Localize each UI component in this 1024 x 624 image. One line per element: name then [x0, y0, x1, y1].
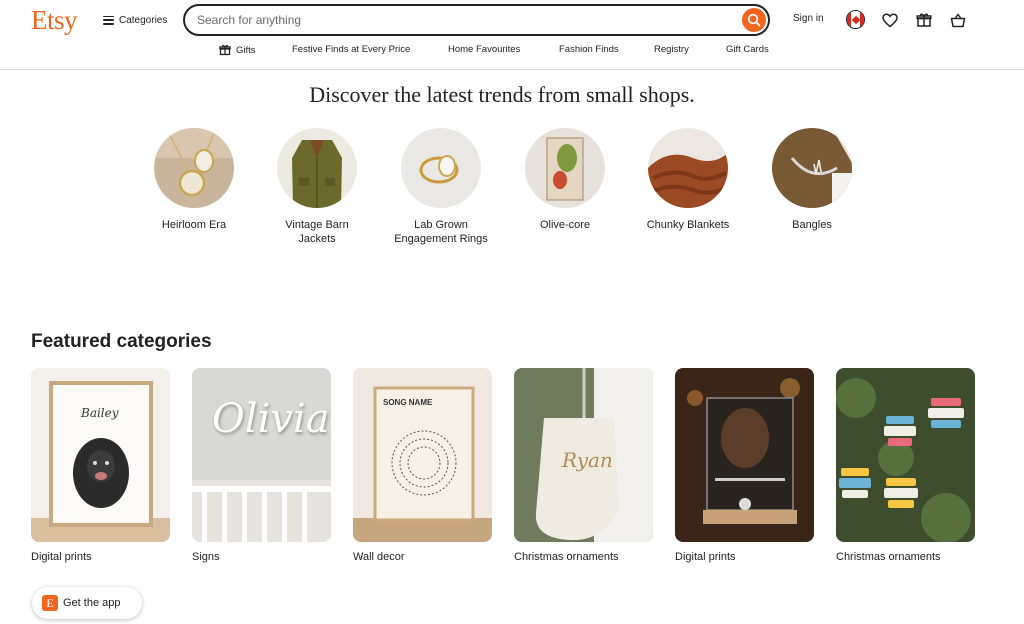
card-image-text: SONG NAME — [383, 398, 433, 407]
featured-card-digital-prints-2[interactable]: Digital prints — [675, 368, 814, 563]
search-bar — [183, 4, 770, 36]
site-header: Etsy Categories Sign in — [0, 0, 1024, 70]
card-image-text: Olivia — [212, 396, 330, 442]
nav-registry[interactable]: Registry — [654, 44, 689, 55]
sign-in-link[interactable]: Sign in — [793, 13, 824, 24]
gifts-button[interactable] — [914, 10, 934, 30]
trend-vintage-barn-jackets[interactable]: Vintage Barn Jackets — [267, 128, 367, 246]
app-button-label: Get the app — [63, 597, 121, 609]
trend-image — [525, 128, 605, 208]
basket-icon — [950, 12, 966, 27]
categories-button[interactable]: Categories — [103, 11, 167, 29]
menu-icon — [103, 15, 114, 25]
trend-label: Heirloom Era — [161, 219, 227, 231]
trend-label: Olive-core — [539, 219, 591, 231]
featured-card-signs[interactable]: Olivia Signs — [192, 368, 331, 563]
nav-gift-cards[interactable]: Gift Cards — [726, 44, 769, 55]
card-image — [836, 368, 975, 542]
trend-image — [648, 128, 728, 208]
featured-card-christmas-ornaments-2[interactable]: Christmas ornaments — [836, 368, 975, 563]
categories-label: Categories — [119, 14, 168, 26]
trend-chunky-blankets[interactable]: Chunky Blankets — [638, 128, 738, 232]
gift-icon — [916, 13, 932, 27]
card-label: Digital prints — [31, 551, 92, 563]
card-label: Christmas ornaments — [836, 551, 941, 563]
search-input[interactable] — [197, 11, 727, 29]
card-image: SONG NAME — [353, 368, 492, 542]
nav-gifts[interactable]: Gifts — [219, 44, 256, 56]
etsy-logo[interactable]: Etsy — [31, 5, 78, 36]
search-button[interactable] — [742, 8, 766, 32]
card-image: Bailey — [31, 368, 170, 542]
trend-image — [154, 128, 234, 208]
nav-home-favourites[interactable]: Home Favourites — [448, 44, 520, 55]
favorites-button[interactable] — [880, 10, 900, 30]
card-label: Signs — [192, 551, 220, 563]
trend-image — [277, 128, 357, 208]
trend-olive-core[interactable]: Olive-core — [515, 128, 615, 232]
nav-festive-finds[interactable]: Festive Finds at Every Price — [292, 44, 410, 55]
card-image: Olivia — [192, 368, 331, 542]
card-image — [675, 368, 814, 542]
featured-card-wall-decor[interactable]: SONG NAME Wall decor — [353, 368, 492, 563]
trend-label: Vintage Barn Jackets — [285, 219, 349, 245]
trends-heading: Discover the latest trends from small sh… — [309, 82, 695, 107]
etsy-app-icon: E — [42, 595, 58, 611]
featured-card-digital-prints[interactable]: Bailey Digital prints — [31, 368, 170, 563]
main-nav: Gifts Festive Finds at Every Price Home … — [0, 44, 1024, 62]
trend-label: Bangles — [792, 219, 832, 231]
heart-icon — [882, 12, 898, 27]
featured-card-christmas-ornaments[interactable]: Ryan Christmas ornaments — [514, 368, 653, 563]
featured-heading: Featured categories — [31, 331, 212, 352]
card-label: Christmas ornaments — [514, 551, 619, 563]
card-image-text: Bailey — [81, 406, 119, 420]
get-the-app-button[interactable]: E Get the app — [32, 587, 142, 619]
trend-lab-grown-engagement-rings[interactable]: Lab Grown Engagement Rings — [391, 128, 491, 246]
gift-icon — [219, 45, 231, 56]
trend-label: Chunky Blankets — [646, 219, 730, 231]
nav-fashion-finds[interactable]: Fashion Finds — [559, 44, 619, 55]
canada-flag-icon[interactable] — [846, 10, 865, 29]
trend-image — [772, 128, 852, 208]
card-label: Digital prints — [675, 551, 736, 563]
trend-bangles[interactable]: Bangles — [762, 128, 862, 232]
trend-image — [401, 128, 481, 208]
cart-button[interactable] — [948, 10, 968, 30]
trend-heirloom-era[interactable]: Heirloom Era — [144, 128, 244, 232]
trend-label: Lab Grown Engagement Rings — [394, 219, 488, 245]
card-image: Ryan — [514, 368, 653, 542]
card-label: Wall decor — [353, 551, 405, 563]
search-icon — [747, 13, 761, 27]
nav-label: Gifts — [236, 44, 256, 56]
card-image-text: Ryan — [562, 448, 613, 472]
